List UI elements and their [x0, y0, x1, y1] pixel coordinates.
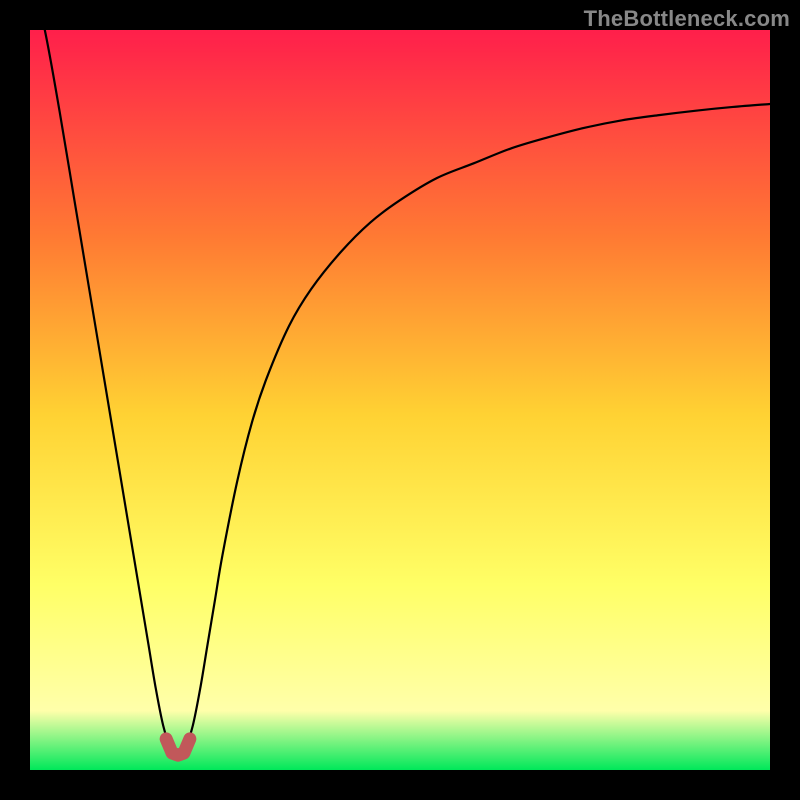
minimum-marker-path: [166, 739, 190, 755]
watermark-text: TheBottleneck.com: [584, 6, 790, 32]
bottleneck-curve: [30, 0, 770, 755]
plot-area: [30, 30, 770, 770]
chart-frame: TheBottleneck.com: [0, 0, 800, 800]
curve-layer: [30, 30, 770, 770]
minimum-marker: [166, 739, 190, 755]
